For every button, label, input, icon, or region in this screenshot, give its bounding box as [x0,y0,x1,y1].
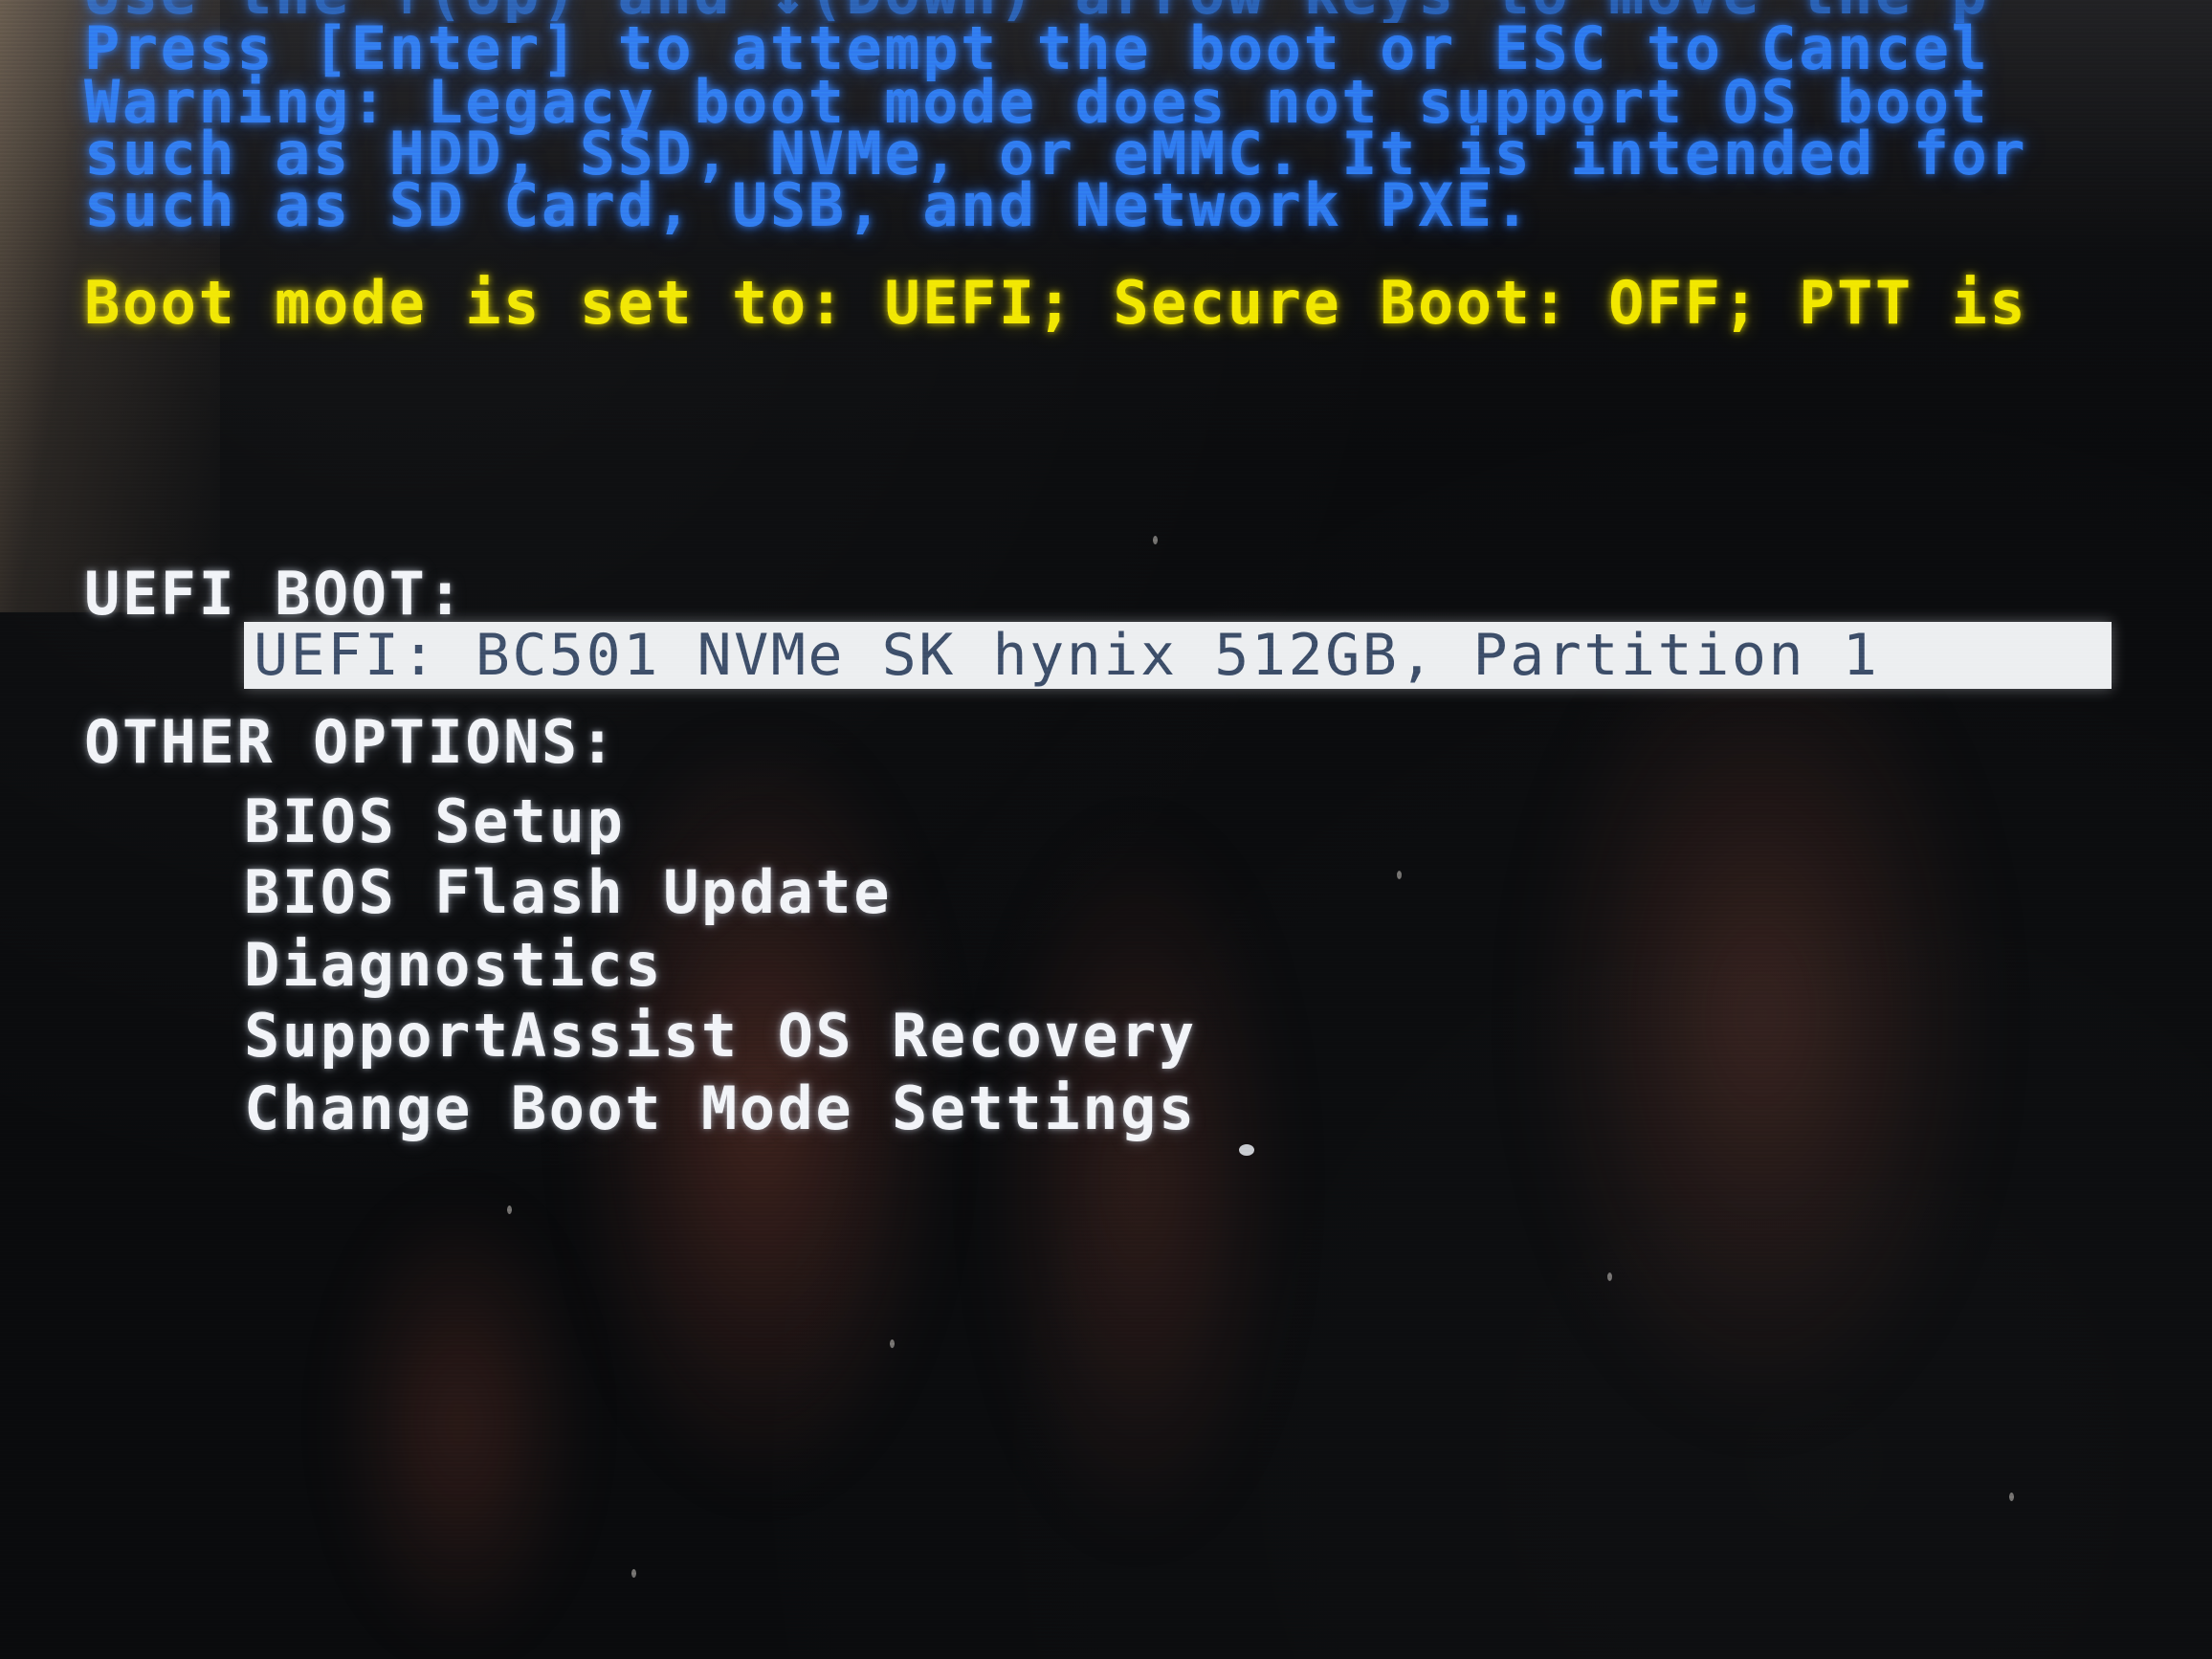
instruction-line-5: such as SD Card, USB, and Network PXE. [84,170,1533,240]
other-option-diagnostics[interactable]: Diagnostics [244,936,663,995]
other-options-header: OTHER OPTIONS: [84,707,618,777]
other-option-supportassist-os-recovery[interactable]: SupportAssist OS Recovery [244,1006,1197,1066]
other-option-bios-setup[interactable]: BIOS Setup [244,792,625,852]
boot-mode-status-line: Boot mode is set to: UEFI; Secure Boot: … [84,268,2028,338]
uefi-boot-entry-selected[interactable]: UEFI: BC501 NVMe SK hynix 512GB, Partiti… [244,622,2112,689]
other-option-bios-flash-update[interactable]: BIOS Flash Update [244,863,892,922]
boot-menu-screen: Use the ↑(Up) and ↓(Down) arrow keys to … [0,0,2212,1659]
uefi-boot-entry-label: UEFI: BC501 NVMe SK hynix 512GB, Partiti… [254,622,1880,689]
uefi-boot-header: UEFI BOOT: [84,559,466,629]
other-option-change-boot-mode-settings[interactable]: Change Boot Mode Settings [244,1079,1197,1139]
